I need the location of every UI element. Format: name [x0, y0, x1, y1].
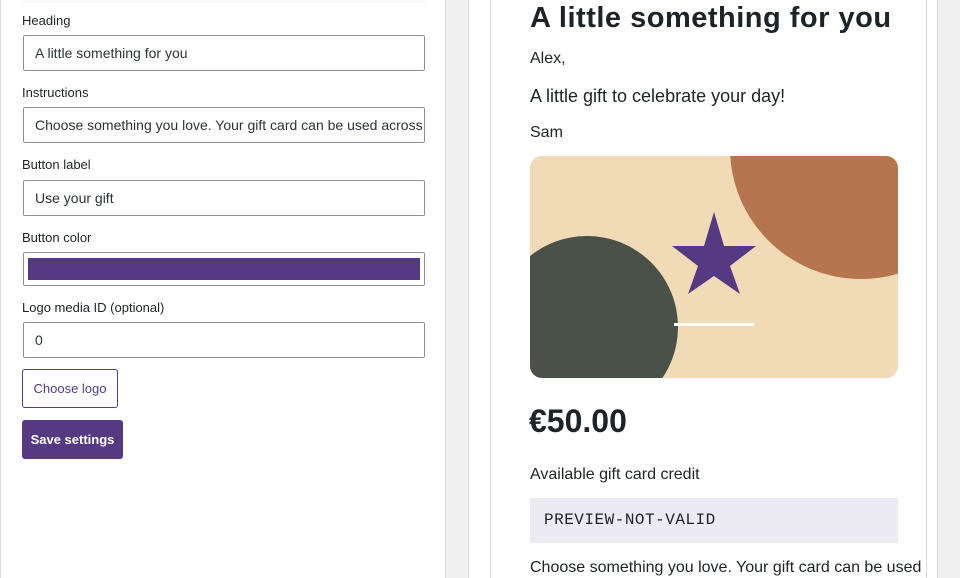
heading-label: Heading [22, 13, 71, 28]
email-heading: A little something for you [530, 2, 892, 34]
logo-media-label: Logo media ID (optional) [22, 300, 165, 315]
instructions-label: Instructions [22, 85, 89, 100]
button-color-swatch [28, 258, 420, 280]
save-settings-button[interactable]: Save settings [22, 420, 123, 459]
button-label-label: Button label [22, 157, 91, 172]
gift-amount: €50.00 [529, 403, 627, 439]
email-recipient: Alex, [530, 50, 566, 67]
email-sender: Sam [530, 124, 563, 141]
email-instructions: Choose something you love. Your gift car… [530, 559, 922, 576]
gift-code: PREVIEW-NOT-VALID [530, 498, 898, 543]
art-line [674, 323, 754, 326]
button-color-picker[interactable] [23, 252, 425, 286]
button-color-label: Button color [22, 230, 92, 245]
heading-input[interactable]: A little something for you [23, 35, 425, 71]
email-message: A little gift to celebrate your day! [530, 86, 786, 106]
choose-logo-button[interactable]: Choose logo [22, 369, 118, 408]
credit-label: Available gift card credit [530, 466, 700, 483]
gift-card-art [530, 156, 898, 378]
button-label-input[interactable]: Use your gift [23, 180, 425, 216]
gift-card-image [530, 156, 898, 378]
logo-media-input[interactable]: 0 [23, 322, 425, 358]
instructions-input[interactable]: Choose something you love. Your gift car… [23, 107, 425, 143]
panel-top-strip [23, 0, 425, 3]
